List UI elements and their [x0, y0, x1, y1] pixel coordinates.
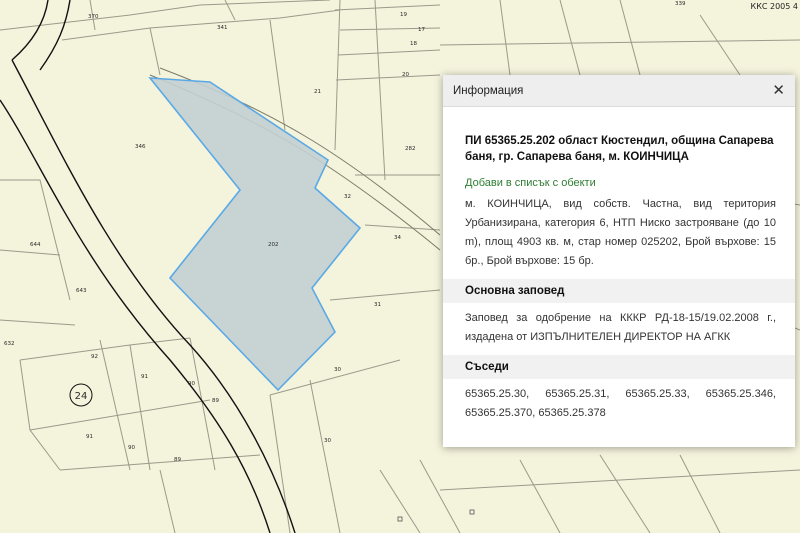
parcel-label: 643 — [76, 288, 87, 294]
order-text: Заповед за одобрение на КККР РД-18-15/19… — [465, 312, 776, 343]
parcel-label: 91 — [86, 434, 93, 440]
parcel-label: 90 — [128, 445, 135, 451]
crs-label: ККС 2005 4 — [750, 2, 798, 11]
parcel-label: 17 — [418, 27, 425, 33]
parcel-label: 30 — [324, 438, 331, 444]
info-panel: Информация ✕ ПИ 65365.25.202 област Кюст… — [443, 75, 795, 447]
parcel-label: 632 — [4, 341, 15, 347]
parcel-label: 31 — [374, 302, 381, 308]
parcel-label: 90 — [188, 381, 195, 387]
region-badge-label: 24 — [75, 391, 88, 402]
parcel-label: 282 — [405, 146, 416, 152]
add-to-list-link[interactable]: Добави в списък с обекти — [465, 177, 776, 189]
neighbors-text: 65365.25.30, 65365.25.31, 65365.25.33, 6… — [465, 388, 776, 419]
panel-header: Информация ✕ — [443, 75, 795, 107]
close-icon[interactable]: ✕ — [772, 83, 785, 98]
parcel-label: 18 — [410, 41, 417, 47]
parcel-label: 30 — [334, 367, 341, 373]
parcel-description: м. КОИНЧИЦА, вид собств. Частна, вид тер… — [465, 198, 776, 267]
parcel-label: 89 — [212, 398, 219, 404]
parcel-label: 19 — [400, 12, 407, 18]
panel-title: Информация — [453, 84, 524, 97]
parcel-label: 21 — [314, 89, 321, 95]
selected-parcel-label: 202 — [268, 242, 279, 248]
parcel-label: 370 — [88, 14, 99, 20]
neighbors-heading: Съседи — [443, 355, 795, 379]
parcel-label: 34 — [394, 235, 401, 241]
parcel-heading: ПИ 65365.25.202 област Кюстендил, община… — [465, 135, 774, 163]
parcel-label: 341 — [217, 25, 228, 31]
panel-body: ПИ 65365.25.202 област Кюстендил, община… — [443, 107, 795, 423]
parcel-label: 20 — [402, 72, 409, 78]
parcel-label: 91 — [141, 374, 148, 380]
parcel-label: 92 — [91, 354, 98, 360]
parcel-label: 32 — [344, 194, 351, 200]
parcel-label: 644 — [30, 242, 41, 248]
parcel-label: 89 — [174, 457, 181, 463]
parcel-label: 346 — [135, 144, 146, 150]
order-heading: Основна заповед — [443, 279, 795, 303]
parcel-label: 339 — [675, 1, 686, 7]
